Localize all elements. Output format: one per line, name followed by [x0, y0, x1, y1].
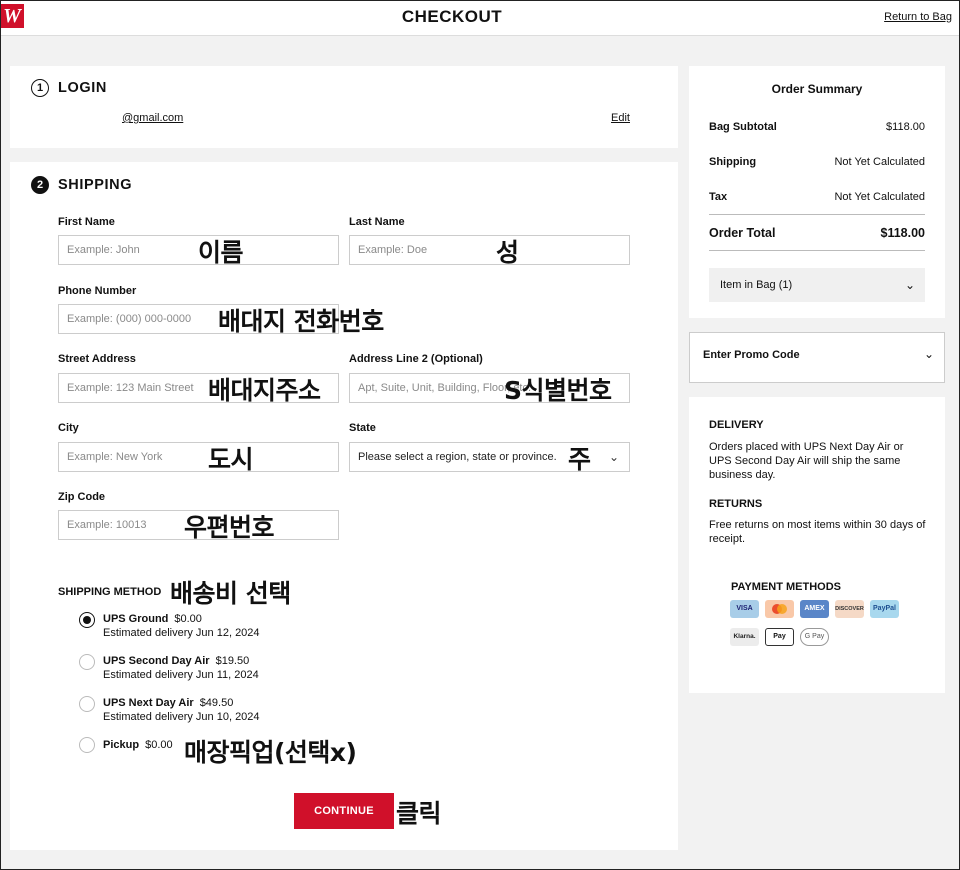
address2-label: Address Line 2 (Optional)	[349, 353, 483, 365]
total-label: Order Total	[709, 226, 776, 240]
method-price: $0.00	[174, 613, 202, 625]
method-estimate: Estimated delivery Jun 12, 2024	[103, 627, 260, 639]
visa-icon: VISA	[730, 600, 759, 618]
ups-second-day-radio[interactable]	[79, 654, 95, 670]
login-section: 1 LOGIN @gmail.com Edit	[10, 66, 678, 148]
items-in-bag-toggle[interactable]: Item in Bag (1) ⌄	[709, 268, 925, 302]
state-annotation: 주	[568, 445, 591, 474]
step-two-icon: 2	[31, 176, 49, 194]
return-to-bag-link[interactable]: Return to Bag	[884, 11, 952, 23]
subtotal-value: $118.00	[886, 121, 925, 133]
pickup-radio[interactable]	[79, 737, 95, 753]
first-name-annotation: 이름	[198, 238, 244, 267]
pickup-option[interactable]: Pickup $0.00	[103, 739, 173, 751]
zip-annotation: 우편번호	[184, 513, 275, 542]
chevron-down-icon: ⌄	[608, 450, 619, 464]
city-input[interactable]	[58, 442, 339, 472]
shipping-method-title: SHIPPING METHOD	[58, 586, 162, 598]
order-summary: Order Summary Bag Subtotal $118.00 Shipp…	[689, 66, 945, 318]
first-name-label: First Name	[58, 216, 115, 228]
edit-login-link[interactable]: Edit	[611, 112, 630, 124]
method-estimate: Estimated delivery Jun 10, 2024	[103, 711, 260, 723]
discover-icon: DISCOVER	[835, 600, 864, 618]
tax-label: Tax	[709, 191, 728, 203]
phone-annotation: 배대지 전화번호	[218, 307, 384, 336]
header-bar: W CHECKOUT Return to Bag	[0, 0, 960, 36]
continue-annotation: 클릭	[396, 799, 442, 828]
login-email: @gmail.com	[122, 112, 184, 124]
total-value: $118.00	[880, 226, 926, 240]
klarna-icon: Klarna.	[730, 628, 759, 646]
delivery-title: DELIVERY	[709, 419, 764, 431]
summary-divider	[709, 214, 925, 215]
promo-code-label: Enter Promo Code	[703, 349, 800, 361]
last-name-label: Last Name	[349, 216, 405, 228]
method-name: UPS Ground	[103, 613, 169, 625]
promo-code-toggle[interactable]: Enter Promo Code ⌄	[689, 332, 945, 383]
method-price: $19.50	[215, 655, 250, 667]
city-label: City	[58, 422, 79, 434]
shipping-method-annotation: 배송비 선택	[170, 579, 291, 608]
state-select-value: Please select a region, state or provinc…	[358, 451, 557, 463]
mastercard-icon	[765, 600, 794, 618]
order-summary-title: Order Summary	[771, 82, 863, 96]
apple-pay-icon: Pay	[765, 628, 794, 646]
step-one-icon: 1	[31, 79, 49, 97]
method-name: UPS Next Day Air	[103, 697, 194, 709]
continue-button[interactable]: CONTINUE	[294, 793, 394, 829]
ups-ground-radio[interactable]	[79, 612, 95, 628]
phone-label: Phone Number	[58, 285, 137, 297]
amex-icon: AMEX	[800, 600, 829, 618]
returns-text: Free returns on most items within 30 day…	[709, 519, 926, 545]
page-title: CHECKOUT	[401, 7, 503, 26]
chevron-down-icon: ⌄	[904, 278, 915, 292]
ups-next-day-radio[interactable]	[79, 696, 95, 712]
last-name-annotation: 성	[496, 238, 519, 267]
delivery-text: Orders placed with UPS Next Day Air or U…	[709, 441, 904, 481]
ups-next-day-option[interactable]: UPS Next Day Air $49.50	[103, 697, 233, 709]
subtotal-label: Bag Subtotal	[709, 121, 777, 133]
street-label: Street Address	[58, 353, 136, 365]
google-pay-icon: G Pay	[800, 628, 829, 646]
state-label: State	[349, 422, 376, 434]
method-name: Pickup	[103, 739, 140, 751]
chevron-down-icon: ⌄	[923, 347, 934, 361]
shipping-cost-label: Shipping	[709, 156, 757, 168]
returns-title: RETURNS	[709, 498, 763, 510]
method-name: UPS Second Day Air	[103, 655, 210, 667]
zip-label: Zip Code	[58, 491, 106, 503]
method-price: $49.50	[199, 697, 234, 709]
last-name-input[interactable]	[349, 235, 630, 265]
items-in-bag-label: Item in Bag (1)	[720, 279, 793, 291]
shipping-section: 2 SHIPPING First Name 이름 Last Name 성 Pho…	[10, 162, 678, 850]
address2-annotation: S식별번호	[504, 376, 612, 405]
summary-divider	[709, 250, 925, 251]
paypal-icon: PayPal	[870, 600, 899, 618]
pickup-annotation: 매장픽업(선택x)	[184, 738, 357, 767]
tax-value: Not Yet Calculated	[834, 191, 925, 203]
city-annotation: 도시	[208, 445, 254, 474]
login-title: LOGIN	[58, 80, 107, 96]
street-annotation: 배대지주소	[208, 376, 321, 405]
payment-methods-title: PAYMENT METHODS	[731, 581, 842, 593]
method-estimate: Estimated delivery Jun 11, 2024	[103, 669, 259, 681]
info-section: DELIVERY Orders placed with UPS Next Day…	[689, 397, 945, 693]
ups-ground-option[interactable]: UPS Ground $0.00	[103, 613, 202, 625]
shipping-cost-value: Not Yet Calculated	[834, 156, 925, 168]
method-price: $0.00	[145, 739, 173, 751]
shipping-title: SHIPPING	[58, 177, 133, 193]
ups-second-day-option[interactable]: UPS Second Day Air $19.50	[103, 655, 249, 667]
